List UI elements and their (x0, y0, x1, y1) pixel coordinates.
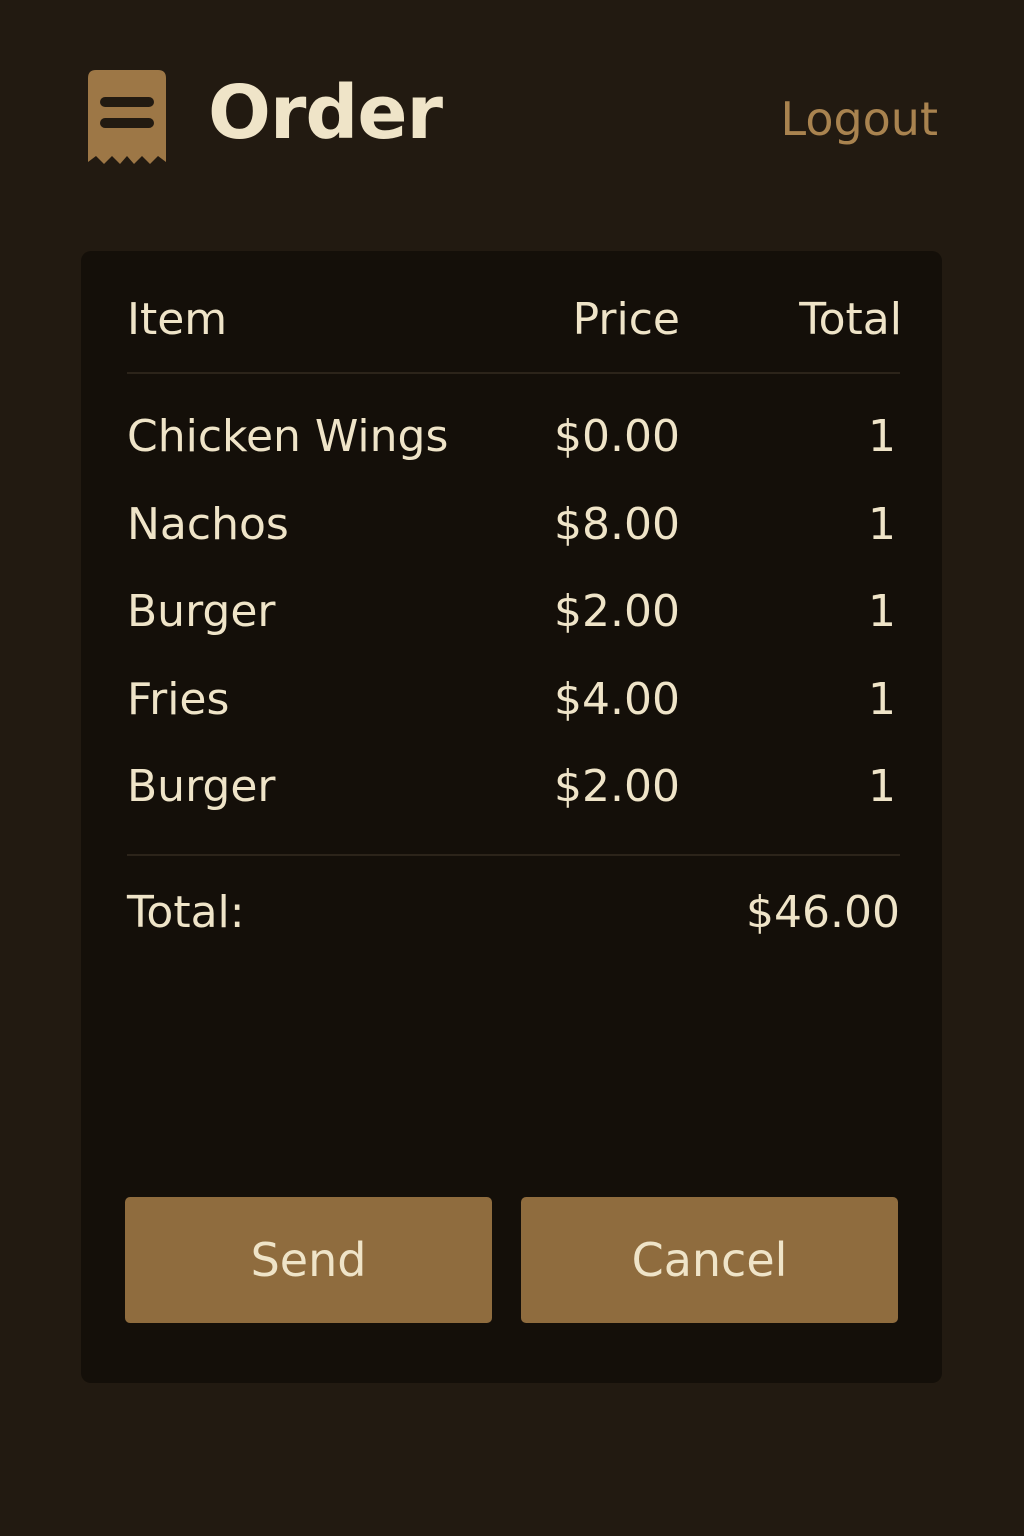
column-header-price: Price (572, 294, 680, 345)
item-total: 1 (868, 498, 896, 550)
table-row: Fries $4.00 1 (81, 674, 942, 762)
receipt-icon (88, 70, 166, 164)
item-name: Chicken Wings (127, 411, 449, 462)
item-name: Burger (127, 761, 276, 812)
item-total: 1 (868, 673, 896, 725)
item-price: $0.00 (554, 411, 680, 462)
item-total: 1 (868, 761, 896, 812)
column-header-item: Item (127, 294, 228, 345)
cancel-button[interactable]: Cancel (521, 1197, 898, 1323)
item-name: Burger (127, 586, 276, 637)
item-price: $8.00 (554, 498, 680, 550)
total-label: Total: (127, 887, 245, 938)
column-header-total: Total (799, 294, 902, 345)
item-price: $2.00 (554, 761, 680, 812)
logout-link[interactable]: Logout (781, 96, 939, 142)
item-name: Nachos (127, 498, 289, 550)
item-name: Fries (127, 673, 230, 725)
table-row: Burger $2.00 1 (81, 586, 942, 674)
table-row: Burger $2.00 1 (81, 761, 942, 849)
header-divider (127, 372, 900, 374)
table-header: Item Price Total (81, 295, 942, 355)
table-row: Nachos $8.00 1 (81, 499, 942, 587)
table-row: Chicken Wings $0.00 1 (81, 411, 942, 499)
order-card: Item Price Total Chicken Wings $0.00 1 N… (81, 251, 942, 1383)
item-total: 1 (868, 411, 896, 462)
send-button[interactable]: Send (125, 1197, 492, 1323)
total-divider (127, 854, 900, 856)
item-total: 1 (868, 586, 896, 637)
order-items-list: Chicken Wings $0.00 1 Nachos $8.00 1 Bur… (81, 411, 942, 849)
order-total-row: Total: $46.00 (81, 887, 942, 947)
app-header: Order Logout (0, 0, 1024, 240)
page-title: Order (208, 70, 443, 156)
item-price: $2.00 (554, 586, 680, 637)
item-price: $4.00 (554, 673, 680, 725)
total-value: $46.00 (746, 887, 900, 938)
